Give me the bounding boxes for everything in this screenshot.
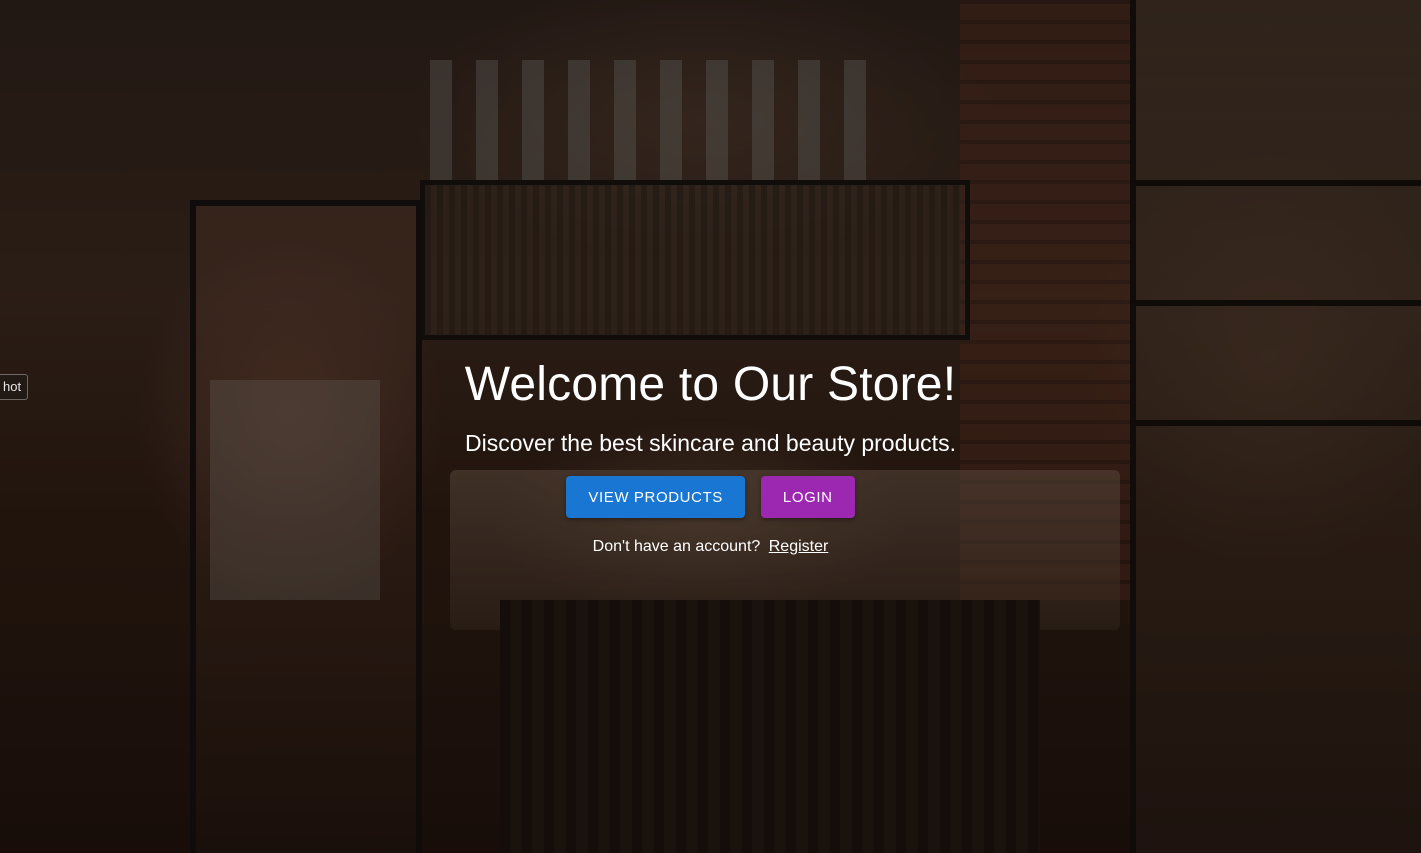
login-button[interactable]: LOGIN [760,476,855,518]
register-prompt-text: Don't have an account? [592,538,761,555]
view-products-button[interactable]: VIEW PRODUCTS [566,476,745,518]
hero-actions: VIEW PRODUCTS LOGIN [0,476,1421,518]
hero-subtitle: Discover the best skincare and beauty pr… [465,430,956,456]
hero-title: Welcome to Our Store! [464,358,957,411]
register-prompt-line: Don't have an account? Register [0,537,1421,557]
landing-page: hot Welcome to Our Store! Discover the b… [0,0,1421,853]
register-link[interactable]: Register [769,538,829,555]
hero-section: Welcome to Our Store! Discover the best … [0,355,1421,557]
